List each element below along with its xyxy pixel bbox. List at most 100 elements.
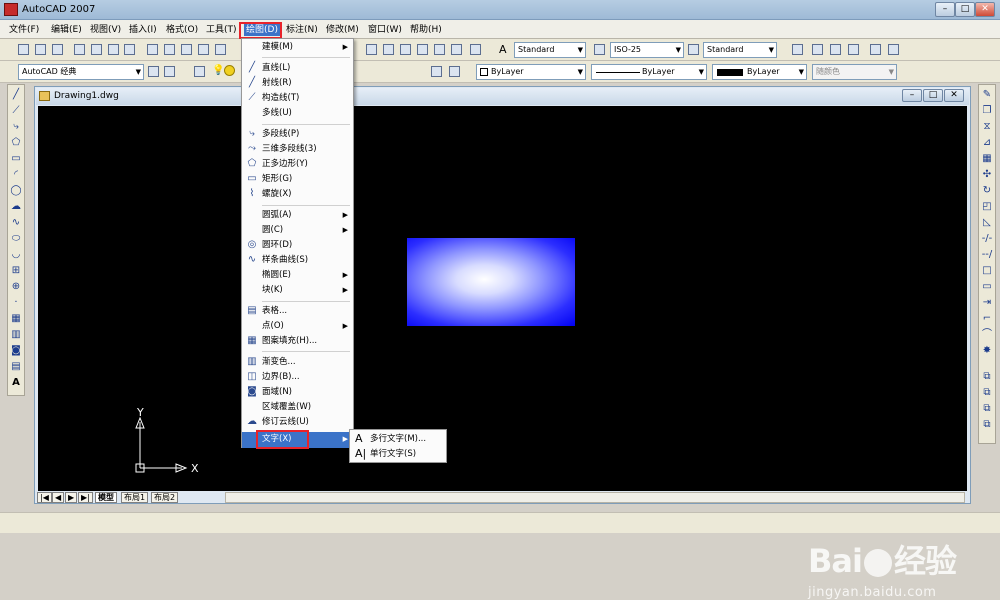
dim-style-select[interactable]: ISO-25 ▼ <box>610 42 684 58</box>
block-editor-icon[interactable] <box>215 44 226 55</box>
arc-tool-icon[interactable]: ◜ <box>10 169 22 180</box>
polygon-tool-icon[interactable]: ⬠ <box>10 137 22 148</box>
menu-edit[interactable]: 编辑(E) <box>51 24 82 36</box>
tab-scroll-first[interactable]: |◀ <box>37 492 52 503</box>
layer-previous-icon[interactable] <box>449 66 460 77</box>
minimize-button[interactable]: – <box>935 2 955 17</box>
trim-tool-icon[interactable]: -/- <box>981 233 993 244</box>
table-tool-icon[interactable]: ▤ <box>10 361 22 372</box>
draworder-under-icon[interactable]: ⧉ <box>981 419 993 430</box>
layer-manager-icon[interactable] <box>194 66 205 77</box>
publish-icon[interactable] <box>108 44 119 55</box>
drawing-restore-button[interactable]: □ <box>923 89 943 102</box>
text-style-select[interactable]: Standard ▼ <box>514 42 586 58</box>
draw-menu-3dpolyline[interactable]: ⤳ 三维多段线(3) <box>242 142 353 157</box>
point-tool-icon[interactable]: · <box>10 297 22 308</box>
spline-tool-icon[interactable]: ∿ <box>10 217 22 228</box>
ucs-icon[interactable] <box>870 44 881 55</box>
cut-icon[interactable] <box>147 44 158 55</box>
match-properties-icon[interactable] <box>198 44 209 55</box>
properties-icon[interactable] <box>366 44 377 55</box>
draworder-front-icon[interactable]: ⧉ <box>981 371 993 382</box>
draw-menu-ellipse[interactable]: 椭圆(E) ▶ <box>242 268 353 283</box>
gradient-tool-icon[interactable]: ▥ <box>10 329 22 340</box>
menu-file[interactable]: 文件(F) <box>9 24 39 36</box>
move-tool-icon[interactable]: ✣ <box>981 169 993 180</box>
linetype-select[interactable]: ByLayer ▼ <box>591 64 707 80</box>
fillet-tool-icon[interactable]: ⌒ <box>981 329 993 340</box>
circle-tool-icon[interactable]: ◯ <box>10 185 22 196</box>
layout-icon[interactable] <box>792 44 803 55</box>
plot-icon[interactable] <box>74 44 85 55</box>
stretch-tool-icon[interactable]: ◺ <box>981 217 993 228</box>
menu-insert[interactable]: 插入(I) <box>129 24 157 36</box>
markup-icon[interactable] <box>434 44 445 55</box>
table-style-select[interactable]: Standard ▼ <box>703 42 777 58</box>
break-at-point-tool-icon[interactable]: □ <box>981 265 993 276</box>
menu-modify[interactable]: 修改(M) <box>326 24 359 36</box>
tab-layout1[interactable]: 布局1 <box>121 492 149 503</box>
array-tool-icon[interactable]: ▦ <box>981 153 993 164</box>
draw-menu-modeling[interactable]: 建模(M) ▶ <box>242 40 353 55</box>
menu-window[interactable]: 窗口(W) <box>368 24 402 36</box>
chamfer-tool-icon[interactable]: ⌐ <box>981 313 993 324</box>
restore-button[interactable]: □ <box>955 2 975 17</box>
polyline-tool-icon[interactable]: ⤷ <box>10 121 22 132</box>
rotate-tool-icon[interactable]: ↻ <box>981 185 993 196</box>
new-icon[interactable] <box>18 44 29 55</box>
menu-format[interactable]: 格式(O) <box>166 24 198 36</box>
menu-dimension[interactable]: 标注(N) <box>286 24 318 36</box>
draw-menu-polygon[interactable]: ⬠ 正多边形(Y) <box>242 157 353 172</box>
copy-tool-icon[interactable]: ❐ <box>981 105 993 116</box>
draw-menu-line[interactable]: ╱ 直线(L) <box>242 61 353 76</box>
draw-menu-hatch[interactable]: ▦ 图案填充(H)... <box>242 334 353 349</box>
copy-icon[interactable] <box>164 44 175 55</box>
break-tool-icon[interactable]: ▭ <box>981 281 993 292</box>
ellipse-arc-tool-icon[interactable]: ◡ <box>10 249 22 260</box>
extend-tool-icon[interactable]: --/ <box>981 249 993 260</box>
make-block-tool-icon[interactable]: ⊕ <box>10 281 22 292</box>
drawing-canvas[interactable]: Y X Bai 经验 jingyan.baidu.com <box>38 106 967 600</box>
draw-menu-donut[interactable]: ◎ 圆环(D) <box>242 238 353 253</box>
draw-menu-region[interactable]: ◙ 面域(N) <box>242 385 353 400</box>
quickcalc-icon[interactable] <box>451 44 462 55</box>
explode-tool-icon[interactable]: ✸ <box>981 345 993 356</box>
scale-tool-icon[interactable]: ◰ <box>981 201 993 212</box>
offset-tool-icon[interactable]: ⊿ <box>981 137 993 148</box>
draworder-back-icon[interactable]: ⧉ <box>981 387 993 398</box>
viewport-icon[interactable] <box>812 44 823 55</box>
draw-menu-revcloud[interactable]: ☁ 修订云线(U) <box>242 415 353 430</box>
tab-scroll-prev[interactable]: ◀ <box>52 492 65 503</box>
ellipse-tool-icon[interactable]: ⬭ <box>10 233 22 244</box>
3d-dwf-icon[interactable] <box>124 44 135 55</box>
text-submenu-dtext[interactable]: A| 单行文字(S) <box>350 447 446 462</box>
menu-view[interactable]: 视图(V) <box>90 24 121 36</box>
plot-style-select[interactable]: 随颜色 ▼ <box>812 64 897 80</box>
layout-wizard-icon[interactable] <box>848 44 859 55</box>
tab-scroll-last[interactable]: ▶| <box>78 492 93 503</box>
draw-menu-mline[interactable]: 多线(U) <box>242 106 353 121</box>
gradient-filled-rectangle[interactable] <box>407 238 575 326</box>
draw-menu-rectangle[interactable]: ▭ 矩形(G) <box>242 172 353 187</box>
revcloud-tool-icon[interactable]: ☁ <box>10 201 22 212</box>
text-submenu-mtext[interactable]: A 多行文字(M)... <box>350 432 446 447</box>
horizontal-scrollbar[interactable] <box>225 492 965 503</box>
save-icon[interactable] <box>52 44 63 55</box>
draw-menu-wipeout[interactable]: 区域覆盖(W) <box>242 400 353 415</box>
paste-icon[interactable] <box>181 44 192 55</box>
draw-menu-table[interactable]: ▤ 表格... <box>242 304 353 319</box>
drawing-minimize-button[interactable]: – <box>902 89 922 102</box>
draw-menu-ray[interactable]: ╱ 射线(R) <box>242 76 353 91</box>
help-icon[interactable] <box>470 44 481 55</box>
tab-layout2[interactable]: 布局2 <box>151 492 179 503</box>
region-tool-icon[interactable]: ◙ <box>10 345 22 356</box>
sheet-set-icon[interactable] <box>417 44 428 55</box>
tab-model[interactable]: 模型 <box>95 492 117 503</box>
draw-menu-block[interactable]: 块(K) ▶ <box>242 283 353 298</box>
draw-menu-arc[interactable]: 圆弧(A) ▶ <box>242 208 353 223</box>
draw-menu-polyline[interactable]: ⤷ 多段线(P) <box>242 127 353 142</box>
draw-menu-point[interactable]: 点(O) ▶ <box>242 319 353 334</box>
draw-menu-circle[interactable]: 圆(C) ▶ <box>242 223 353 238</box>
mirror-tool-icon[interactable]: ⧖ <box>981 121 993 132</box>
xline-tool-icon[interactable]: ⟋ <box>10 105 22 116</box>
